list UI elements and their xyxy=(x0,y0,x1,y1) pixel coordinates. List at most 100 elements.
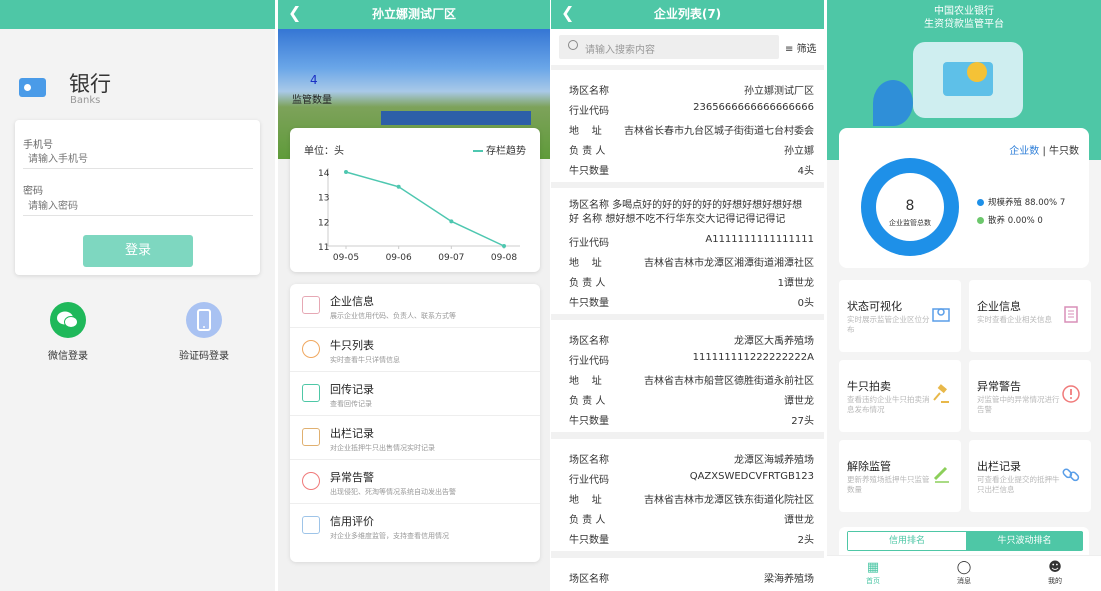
data-point xyxy=(396,184,401,189)
field-value: QAZXSWEDCVFRTGB123 xyxy=(689,471,814,482)
field-value: 梁海养殖场 xyxy=(764,574,814,585)
list-item[interactable]: 场区名称 梁海养殖场 xyxy=(551,558,824,591)
menu-item-enterprise-info[interactable]: 企业信息 展示企业信用代码、负责人、联系方式等 xyxy=(290,284,540,328)
menu-item-desc: 实时查看牛只详情信息 xyxy=(330,356,400,364)
field-value: 孙立娜测试厂区 xyxy=(744,86,814,97)
phone-label: 手机号 xyxy=(23,140,53,151)
filter-button[interactable]: ≡ 筛选 xyxy=(785,40,817,55)
tile-title: 异常警告 xyxy=(977,380,1021,393)
line-chart-svg: 14 13 12 11 09-05 09-06 09-07 09-08 xyxy=(318,168,520,263)
field-value: 111111111222222222A xyxy=(692,352,814,363)
field-value: 孙立娜 xyxy=(784,146,814,157)
tile-exception-warning[interactable]: 异常警告 对监管中的异常情况进行告警 xyxy=(969,360,1091,432)
filter-label: 筛选 xyxy=(796,44,817,55)
tab-credit-ranking[interactable]: 信用排名 xyxy=(848,532,966,550)
list-item[interactable]: 场区名称 龙潭区大禹养殖场 行业代码 111111111222222222A 地 址… xyxy=(551,320,824,432)
field-value: 27头 xyxy=(791,416,814,427)
tile-title: 状态可视化 xyxy=(847,300,902,313)
sms-login-label[interactable]: 验证码登录 xyxy=(164,347,244,362)
tab-messages[interactable]: ◯ 消息 xyxy=(944,560,984,586)
toggle-cattle[interactable]: 牛只数 xyxy=(1049,146,1079,157)
field-value: 龙潭区大禹养殖场 xyxy=(734,336,814,347)
factory-screen: ❮ 孙立娜测试厂区 4 监管数量 单位：头 存栏趋势 14 13 12 11 09-05… xyxy=(278,0,550,591)
field-label: 负 责 人 xyxy=(569,146,606,157)
wechat-icon[interactable] xyxy=(50,302,86,338)
menu-item-upload-records[interactable]: 回传记录 查看回传记录 xyxy=(290,372,540,416)
menu-item-alerts[interactable]: 异常告警 出现侵犯、死淘等情况系统自动发出告警 xyxy=(290,460,540,504)
field-label: 场区名称 xyxy=(569,455,609,466)
legend-text: 散养 0.00% 0 xyxy=(988,216,1043,226)
y-tick-label: 12 xyxy=(318,218,329,228)
tab-home[interactable]: ▦ 首页 xyxy=(853,560,893,586)
list-item[interactable]: 场区名称 龙潭区海城养殖场 行业代码 QAZXSWEDCVFRTGB123 地 址 吉… xyxy=(551,439,824,551)
ranking-tabs: 信用排名 牛只波动排名 xyxy=(847,531,1083,551)
bank-subtitle: Banks xyxy=(70,95,101,106)
field-value: 4头 xyxy=(797,166,814,177)
field-label: 地 址 xyxy=(569,258,602,269)
supervised-count: 4 xyxy=(310,73,318,87)
tile-desc: 查看违约企业牛只拍卖消息发布情况 xyxy=(847,395,930,414)
tile-enterprise-info[interactable]: 企业信息 实时查看企业相关信息 xyxy=(969,280,1091,352)
toggle-enterprise[interactable]: 企业数 xyxy=(1009,146,1039,157)
count-toggle[interactable]: 企业数 | 牛只数 xyxy=(1009,142,1079,157)
tablet-illustration xyxy=(913,42,1023,118)
menu-item-desc: 对企业抵押牛只出售情况实时记录 xyxy=(330,444,435,452)
menu-item-credit[interactable]: 信用评价 对企业多维度监管，支持查看信用情况 xyxy=(290,504,540,548)
legend-item: 规模养殖 88.00% 7 xyxy=(977,196,1065,208)
menu-item-title: 出栏记录 xyxy=(330,427,374,440)
login-form: 手机号 密码 登录 xyxy=(15,120,260,275)
x-tick-label: 09-06 xyxy=(386,253,412,263)
menu-item-title: 异常告警 xyxy=(330,471,374,484)
field-label: 牛只数量 xyxy=(569,535,609,546)
tile-release-supervision[interactable]: 解除监管 更新养殖场抵押牛只监管数量 xyxy=(839,440,961,512)
cow-icon xyxy=(302,340,320,358)
menu-item-cattle-list[interactable]: 牛只列表 实时查看牛只详情信息 xyxy=(290,328,540,372)
status-bar xyxy=(0,0,275,29)
field-value: 谭世龙 xyxy=(784,515,814,526)
function-menu: 企业信息 展示企业信用代码、负责人、联系方式等 牛只列表 实时查看牛只详情信息 … xyxy=(290,284,540,562)
list-item[interactable]: 场区名称 孙立娜测试厂区 行业代码 2365666666666666666 地 址 吉… xyxy=(551,70,824,182)
y-tick-label: 14 xyxy=(318,169,330,179)
supervised-count-label: 监管数量 xyxy=(292,95,332,106)
menu-item-outbound-records[interactable]: 出栏记录 对企业抵押牛只出售情况实时记录 xyxy=(290,416,540,460)
login-button[interactable]: 登录 xyxy=(83,235,193,267)
tile-status-visualization[interactable]: 状态可视化 实时展示监管企业区位分布 xyxy=(839,280,961,352)
field-label: 牛只数量 xyxy=(569,298,609,309)
tile-desc: 实时展示监管企业区位分布 xyxy=(847,315,930,334)
bank-card-icon xyxy=(19,78,46,97)
legend-item: 散养 0.00% 0 xyxy=(977,214,1043,226)
phone-input[interactable] xyxy=(23,151,253,169)
search-placeholder: 请输入搜索内容 xyxy=(585,45,655,56)
phone-icon[interactable] xyxy=(186,302,222,338)
y-tick-label: 11 xyxy=(318,243,329,253)
list-item[interactable]: 场区名称 多喝点好的好的好的好的好想好想好想好想好 名称 想好想不吃不行华东交大… xyxy=(551,188,824,314)
tile-title: 解除监管 xyxy=(847,460,891,473)
donut-value: 8 xyxy=(905,198,915,214)
wechat-login-label[interactable]: 微信登录 xyxy=(28,347,108,362)
x-tick-label: 09-05 xyxy=(333,253,359,263)
tile-desc: 实时查看企业相关信息 xyxy=(977,315,1052,324)
field-label: 场区名称 xyxy=(569,86,609,97)
field-label: 行业代码 xyxy=(569,106,609,117)
tile-cattle-auction[interactable]: 牛只拍卖 查看违约企业牛只拍卖消息发布情况 xyxy=(839,360,961,432)
stock-trend-chart: 单位：头 存栏趋势 14 13 12 11 09-05 09-06 09-07 09-08 xyxy=(290,128,540,272)
link-icon xyxy=(1062,468,1080,482)
tab-cattle-fluctuation-ranking[interactable]: 牛只波动排名 xyxy=(966,532,1083,550)
tile-desc: 可查看企业提交的抵押牛只出栏信息 xyxy=(977,475,1060,494)
user-icon: ☻ xyxy=(1048,560,1062,575)
field-value: 龙潭区海城养殖场 xyxy=(734,455,814,466)
toggle-separator: | xyxy=(1042,146,1046,157)
platform-name: 生资贷款监管平台 xyxy=(924,19,1004,30)
data-point xyxy=(344,170,348,174)
field-label: 牛只数量 xyxy=(569,166,609,177)
legend-dot xyxy=(977,217,984,224)
tile-outbound-records[interactable]: 出栏记录 可查看企业提交的抵押牛只出栏信息 xyxy=(969,440,1091,512)
password-input[interactable] xyxy=(23,198,253,216)
search-input[interactable]: 请输入搜索内容 xyxy=(559,35,779,59)
legend-text: 规模养殖 88.00% 7 xyxy=(988,198,1066,208)
menu-item-title: 牛只列表 xyxy=(330,339,374,352)
tab-profile[interactable]: ☻ 我的 xyxy=(1035,560,1075,586)
field-value: 2365666666666666666 xyxy=(693,102,814,113)
field-value: 吉林省吉林市龙潭区铁东街道化院社区 xyxy=(644,495,814,506)
field-value: 吉林省长春市九台区城子街街道七台村委会 xyxy=(624,126,814,137)
